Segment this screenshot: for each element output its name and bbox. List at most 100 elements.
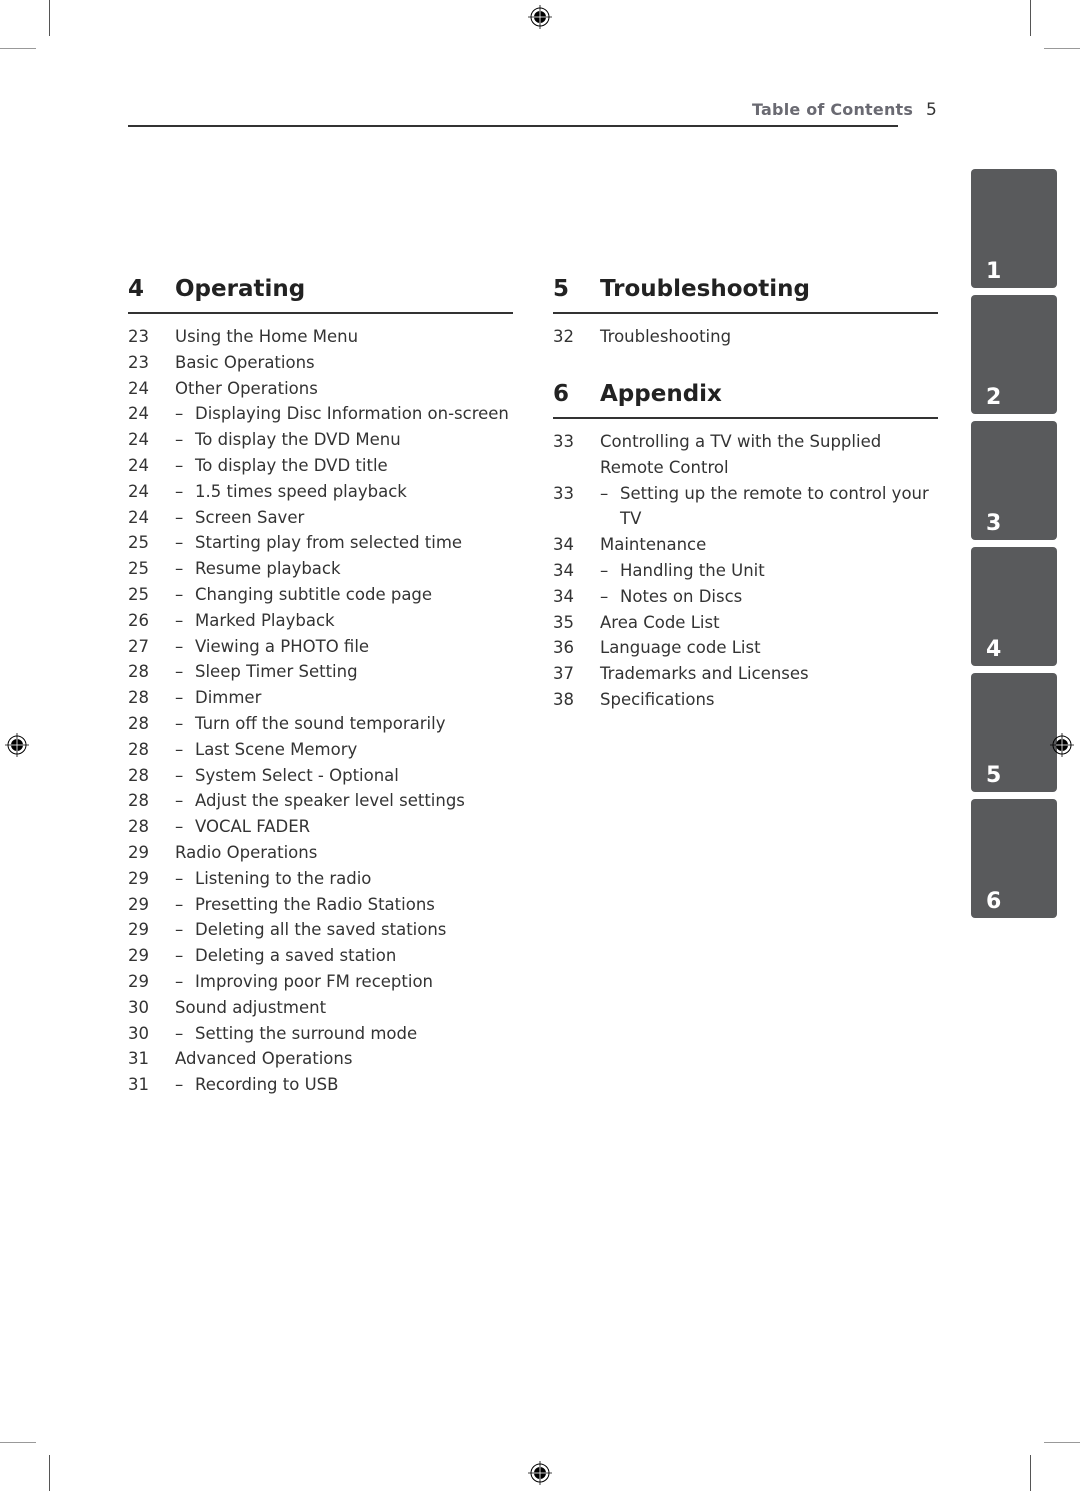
toc-entry-title: To display the DVD title — [195, 455, 388, 475]
toc-entry-dash: – — [175, 533, 184, 553]
toc-entry-title: Screen Saver — [195, 507, 305, 527]
toc-entry[interactable]: 31 Advanced Operations — [128, 1046, 513, 1072]
toc-entry[interactable]: 29 – Deleting all the saved stations — [128, 917, 513, 943]
toc-entry-page: 33 — [553, 432, 574, 451]
toc-entry-page: 31 — [128, 1049, 149, 1069]
toc-entry[interactable]: 38 Specifications — [553, 687, 938, 713]
chapter-tab-3[interactable]: 3 — [971, 421, 1057, 540]
toc-entry[interactable]: 32 Troubleshooting — [553, 324, 938, 350]
toc-entry-page: 29 — [128, 868, 149, 888]
toc-entry[interactable]: 30 – Setting the surround mode — [128, 1021, 513, 1047]
chapter-tab-4[interactable]: 4 — [971, 547, 1057, 666]
crop-mark-top-right-vertical — [1030, 0, 1031, 36]
toc-entry-title: Radio Operations — [175, 842, 318, 862]
section-number: 4 — [128, 276, 145, 302]
section-appendix: 6 Appendix 33 Controlling a TV with the S… — [553, 381, 938, 713]
chapter-tab-2[interactable]: 2 — [971, 295, 1057, 414]
toc-entry-page: 32 — [553, 327, 574, 346]
toc-entry-title: Improving poor FM reception — [195, 971, 433, 991]
toc-entry-title: 1.5 times speed playback — [195, 481, 407, 501]
toc-entry[interactable]: TV — [553, 506, 938, 532]
toc-entry-dash: – — [175, 920, 184, 940]
toc-entry[interactable]: 36 Language code List — [553, 635, 938, 661]
toc-entry[interactable]: 23 Using the Home Menu — [128, 324, 513, 350]
toc-entry[interactable]: Remote Control — [553, 455, 938, 481]
toc-entry[interactable]: 26 – Marked Playback — [128, 608, 513, 634]
toc-entry[interactable]: 28 – VOCAL FADER — [128, 814, 513, 840]
toc-entry-page: 36 — [553, 638, 574, 658]
toc-entry-dash: – — [175, 713, 184, 733]
toc-entry-page — [553, 455, 600, 481]
chapter-tab-1[interactable]: 1 — [971, 169, 1057, 288]
toc-entry[interactable]: 24 –1.5 times speed playback — [128, 479, 513, 505]
toc-entry[interactable]: 35 Area Code List — [553, 610, 938, 636]
toc-entry-dash: – — [600, 560, 609, 580]
toc-entry[interactable]: 25 – Changing subtitle code page — [128, 582, 513, 608]
toc-entry[interactable]: 29 Radio Operations — [128, 840, 513, 866]
section-title: Operating — [175, 276, 306, 302]
toc-entry[interactable]: 29 – Presetting the Radio Stations — [128, 892, 513, 918]
toc-entry[interactable]: 28 – Dimmer — [128, 685, 513, 711]
toc-entry-title: Advanced Operations — [175, 1049, 353, 1069]
toc-entry[interactable]: 29 – Deleting a saved station — [128, 943, 513, 969]
toc-entry-dash: – — [175, 1023, 184, 1043]
toc-entry[interactable]: 37 Trademarks and Licenses — [553, 661, 938, 687]
section-heading: 4 Operating — [128, 276, 513, 314]
toc-entry-title: Presetting the Radio Stations — [195, 894, 435, 914]
toc-entry[interactable]: 25 – Starting play from selected time — [128, 530, 513, 556]
toc-entry-page: 24 — [128, 455, 149, 475]
toc-entry-title: Recording to USB — [195, 1075, 339, 1095]
toc-entry-page: 35 — [553, 612, 574, 632]
toc-entry[interactable]: 27 – Viewing a PHOTO file — [128, 634, 513, 660]
toc-entries: 33 Controlling a TV with the Supplied Remo… — [553, 429, 938, 713]
toc-entry-page: 34 — [553, 560, 574, 580]
toc-entry[interactable]: 29 – Improving poor FM reception — [128, 969, 513, 995]
chapter-tab-number: 4 — [986, 637, 1002, 662]
toc-entry[interactable]: 24 – Screen Saver — [128, 505, 513, 531]
toc-entry-page: 30 — [128, 1023, 149, 1043]
section-troubleshooting: 5 Troubleshooting 32 Troubleshooting — [553, 276, 938, 350]
toc-entry-dash: – — [175, 765, 184, 785]
toc-entry[interactable]: 34 – Handling the Unit — [553, 558, 938, 584]
crop-mark-bottom-left-horizontal — [0, 1442, 36, 1443]
toc-entry-dash: – — [175, 636, 184, 656]
toc-entry-page: 28 — [128, 765, 149, 785]
toc-entry[interactable]: 34 – Notes on Discs — [553, 584, 938, 610]
toc-entry-title: Viewing a PHOTO file — [195, 636, 370, 656]
toc-entry[interactable]: 28 – Last Scene Memory — [128, 737, 513, 763]
toc-entry[interactable]: 24 – To display the DVD title — [128, 453, 513, 479]
toc-entry[interactable]: 28 – Turn off the sound temporarily — [128, 711, 513, 737]
toc-entry-title: Other Operations — [175, 378, 318, 398]
toc-entry[interactable]: 24 – Displaying Disc Information on-screen — [128, 401, 513, 427]
toc-entry-dash: – — [175, 507, 184, 527]
toc-entry[interactable]: 23 Basic Operations — [128, 350, 513, 376]
toc-entry-dash: – — [175, 455, 184, 475]
section-heading: 5 Troubleshooting — [553, 276, 938, 314]
chapter-tab-6[interactable]: 6 — [971, 799, 1057, 918]
header-rule — [128, 125, 898, 127]
toc-entry-title: Deleting all the saved stations — [195, 920, 447, 940]
toc-entry-title: Marked Playback — [195, 610, 335, 630]
toc-entry[interactable]: 33 Controlling a TV with the Supplied — [553, 429, 938, 455]
toc-entry[interactable]: 34 Maintenance — [553, 532, 938, 558]
toc-entry-dash: – — [175, 404, 184, 424]
toc-entry[interactable]: 24 Other Operations — [128, 376, 513, 402]
toc-entry[interactable]: 28 – Adjust the speaker level settings — [128, 788, 513, 814]
toc-entry-page — [553, 506, 600, 532]
toc-entry[interactable]: 31 – Recording to USB — [128, 1072, 513, 1098]
section-number: 5 — [553, 276, 570, 302]
toc-entry[interactable]: 30 Sound adjustment — [128, 995, 513, 1021]
toc-entry[interactable]: 25 – Resume playback — [128, 556, 513, 582]
toc-entry[interactable]: 28 – Sleep Timer Setting — [128, 659, 513, 685]
toc-entry-title: Adjust the speaker level settings — [195, 791, 465, 811]
chapter-tab-5[interactable]: 5 — [971, 673, 1057, 792]
toc-entry-dash: – — [600, 586, 609, 606]
toc-entry[interactable]: 24 – To display the DVD Menu — [128, 427, 513, 453]
toc-entry[interactable]: 28 – System Select - Optional — [128, 763, 513, 789]
toc-entry-title: Changing subtitle code page — [195, 584, 433, 604]
toc-entry[interactable]: 33 – Setting up the remote to control your — [553, 481, 938, 507]
toc-entry-dash: – — [175, 894, 184, 914]
toc-entry-page: 30 — [128, 997, 149, 1017]
toc-entry[interactable]: 29 – Listening to the radio — [128, 866, 513, 892]
section-operating: 4 Operating 23 Using the Home Menu 23 Basic… — [128, 276, 513, 1098]
